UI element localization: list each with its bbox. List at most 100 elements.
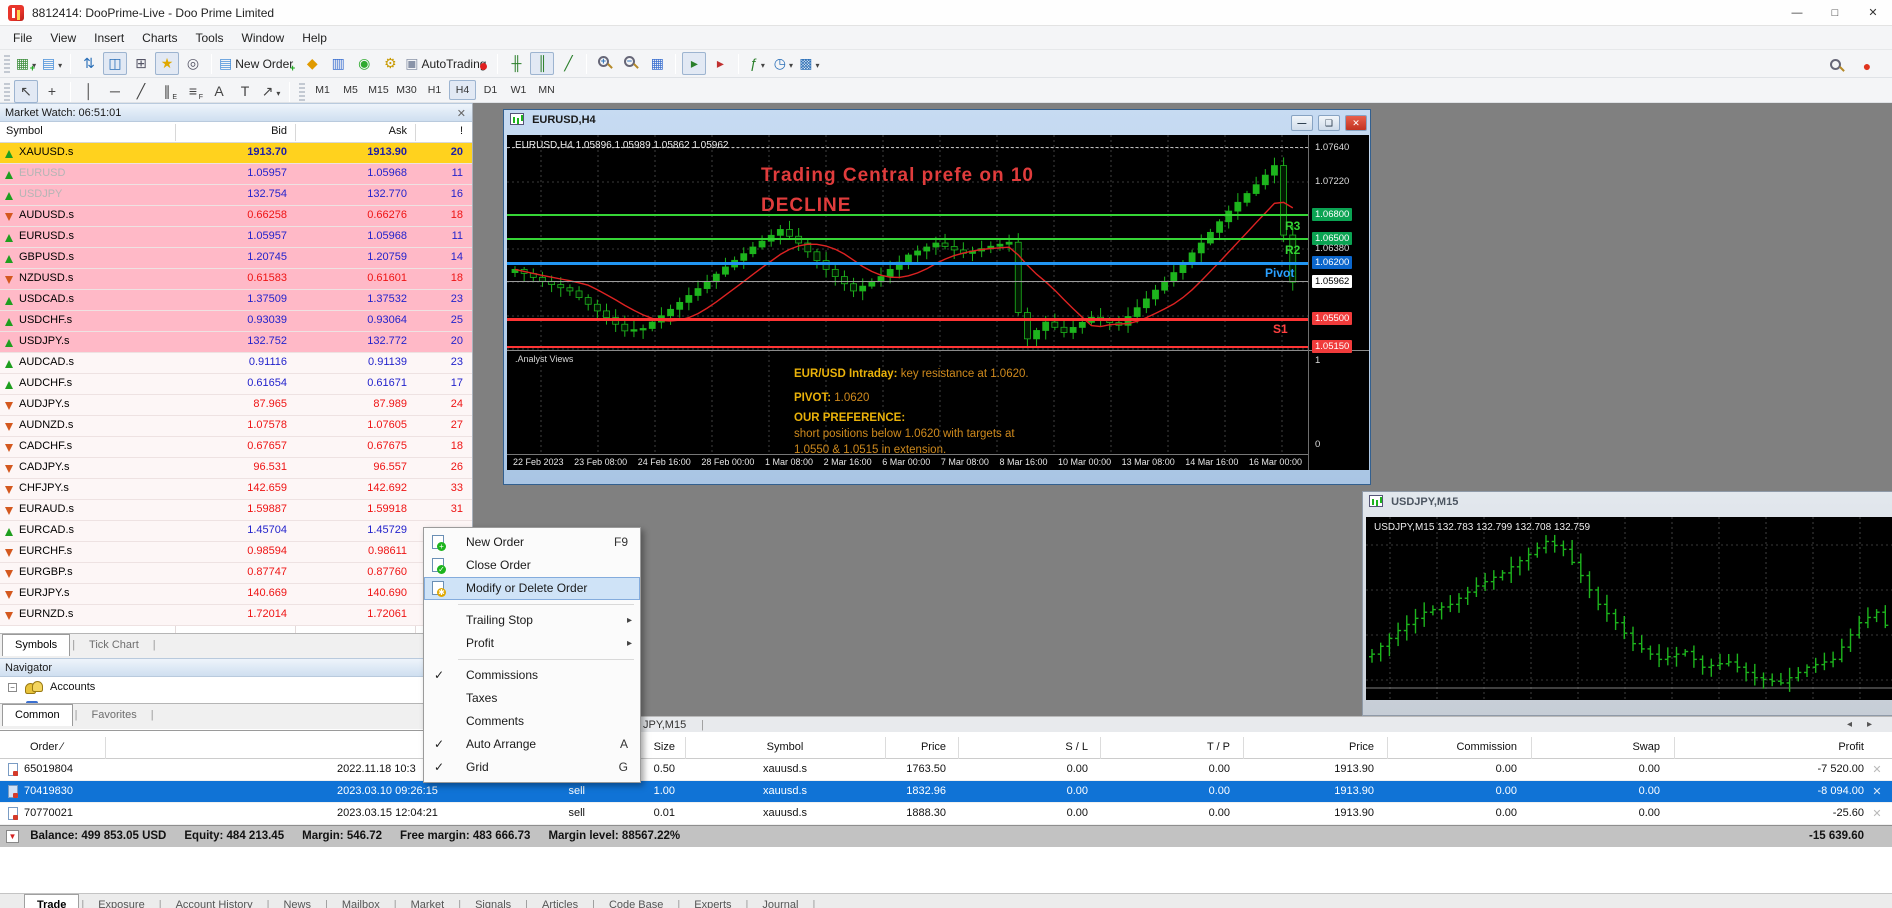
minimize-icon[interactable]: — (1778, 0, 1816, 26)
label-tool-icon[interactable]: T (233, 80, 257, 103)
menu-charts[interactable]: Charts (133, 26, 186, 50)
mw-row-audjpy.s[interactable]: AUDJPY.s87.96587.98924 (0, 395, 472, 416)
ea-settings-icon[interactable]: ⚙ (378, 52, 402, 75)
deposit-icon[interactable]: ◆ (300, 52, 324, 75)
menu-item-commissions[interactable]: ✓Commissions (424, 664, 640, 687)
close-order-icon[interactable]: ✕ (1870, 785, 1884, 798)
timeframe-d1[interactable]: D1 (477, 80, 504, 100)
close-icon[interactable]: ✕ (1854, 0, 1892, 26)
orders-col-commission[interactable]: Commission (1377, 741, 1517, 753)
profiles-icon[interactable]: ▤▾ (40, 52, 64, 75)
mw-row-usdjpy.s[interactable]: USDJPY.s132.752132.77220 (0, 332, 472, 353)
mw-row-chfjpy.s[interactable]: CHFJPY.s142.659142.69233 (0, 479, 472, 500)
mw-row-eurjpy.s[interactable]: EURJPY.s140.669140.690 (0, 584, 472, 605)
market-watch-toggle-icon[interactable]: ⇅ (77, 52, 101, 75)
chart-tab-usdjpy[interactable]: JPY,M15 (643, 719, 686, 731)
menu-insert[interactable]: Insert (85, 26, 133, 50)
menu-help[interactable]: Help (293, 26, 336, 50)
trendline-tool-icon[interactable]: ╱ (129, 80, 153, 103)
menu-window[interactable]: Window (233, 26, 294, 50)
web-terminal-icon[interactable]: ▥ (326, 52, 350, 75)
menu-item-profit[interactable]: Profit▸ (424, 632, 640, 655)
maximize-icon[interactable]: □ (1816, 0, 1854, 26)
chart-minimize-icon[interactable]: — (1291, 115, 1313, 131)
mw-row-cadjpy.s[interactable]: CADJPY.s96.53196.55726 (0, 458, 472, 479)
fibonacci-tool-icon[interactable]: ≡F (181, 80, 205, 103)
orders-col-tp[interactable]: T / P (1090, 741, 1230, 753)
orders-col-sl[interactable]: S / L (948, 741, 1088, 753)
chart-restore-icon[interactable]: ❑ (1318, 115, 1340, 131)
mw-row-eurchf.s[interactable]: EURCHF.s0.985940.98611 (0, 542, 472, 563)
timeframe-h1[interactable]: H1 (421, 80, 448, 100)
data-window-icon[interactable]: ⊞ (129, 52, 153, 75)
mw-row-gbpusd.s[interactable]: GBPUSD.s1.207451.2075914 (0, 248, 472, 269)
mw-row-cadchf.s[interactable]: CADCHF.s0.676570.6767518 (0, 437, 472, 458)
orders-col-profit[interactable]: Profit (1724, 741, 1864, 753)
toolbox-tab-trade[interactable]: Trade (24, 894, 79, 908)
crosshair-tool-icon[interactable]: + (40, 80, 64, 103)
menu-item-close-order[interactable]: ✓Close Order (424, 554, 640, 577)
chart-autoscroll-icon[interactable]: ▸ (708, 52, 732, 75)
mw-row-usdcad.s[interactable]: USDCAD.s1.375091.3753223 (0, 290, 472, 311)
tabbar-scroll-left-icon[interactable]: ◂ (1847, 719, 1852, 730)
chart-close-icon[interactable]: ✕ (1345, 115, 1367, 131)
line-chart-mode-icon[interactable]: ╱ (556, 52, 580, 75)
mw-row-audusd.s[interactable]: AUDUSD.s0.662580.6627618 (0, 206, 472, 227)
mw-col-[interactable]: ! (415, 125, 463, 137)
search-icon[interactable] (1826, 55, 1850, 78)
mw-row-audchf.s[interactable]: AUDCHF.s0.616540.6167117 (0, 374, 472, 395)
orders-col-swap[interactable]: Swap (1520, 741, 1660, 753)
mw-row-euraud.s[interactable]: EURAUD.s1.598871.5991831 (0, 500, 472, 521)
menu-item-taxes[interactable]: Taxes (424, 687, 640, 710)
history-center-icon[interactable]: ★ (155, 52, 179, 75)
menu-item-new-order[interactable]: +New OrderF9 (424, 531, 640, 554)
orders-col-order[interactable]: Order ∕ (30, 741, 63, 753)
signals-icon[interactable]: ◉ (352, 52, 376, 75)
timeframe-w1[interactable]: W1 (505, 80, 532, 100)
bar-chart-mode-icon[interactable]: ╫ (504, 52, 528, 75)
chart-window-usdjpy-titlebar[interactable]: USDJPY,M15 (1363, 492, 1892, 514)
order-row-70419830[interactable]: 704198302023.03.10 09:26:15sell1.00xauus… (0, 781, 1892, 803)
timeframe-mn[interactable]: MN (533, 80, 560, 100)
navigator-toggle-icon[interactable]: ◫ (103, 52, 127, 75)
new-order-button[interactable]: ▤+New Order (218, 52, 298, 75)
cursor-tool-icon[interactable]: ↖ (14, 80, 38, 103)
mw-col-ask[interactable]: Ask (295, 125, 407, 137)
hline-tool-icon[interactable]: ─ (103, 80, 127, 103)
vline-tool-icon[interactable]: │ (77, 80, 101, 103)
eurusd-chart-area[interactable]: EURUSD,H4 1.05896 1.05989 1.05862 1.0596… (507, 135, 1369, 470)
toolbox-tab-market[interactable]: Market (399, 895, 457, 908)
text-tool-icon[interactable]: A (207, 80, 231, 103)
find-symbol-icon[interactable]: ◎ (181, 52, 205, 75)
toolbox-tab-signals[interactable]: Signals (463, 895, 523, 908)
mw-col-bid[interactable]: Bid (175, 125, 287, 137)
menu-file[interactable]: File (4, 26, 41, 50)
menu-tools[interactable]: Tools (187, 26, 233, 50)
arrows-tool-icon[interactable]: ↗▾ (259, 80, 283, 103)
toolbox-tab-journal[interactable]: Journal (750, 895, 810, 908)
timeframe-m1[interactable]: M1 (309, 80, 336, 100)
menu-item-auto-arrange[interactable]: ✓Auto ArrangeA (424, 733, 640, 756)
notification-icon[interactable]: ● (1855, 55, 1879, 78)
mw-row-eurnzd.s[interactable]: EURNZD.s1.720141.72061 (0, 605, 472, 626)
candle-chart-mode-icon[interactable]: ║ (530, 52, 554, 75)
chart-shift-icon[interactable]: ▸ (682, 52, 706, 75)
toolbox-tab-account-history[interactable]: Account History (164, 895, 265, 908)
menu-item-modify-or-delete-order[interactable]: ✱Modify or Delete Order (424, 577, 640, 600)
new-chart-icon[interactable]: ▦+▾ (14, 52, 38, 75)
menu-item-trailing-stop[interactable]: Trailing Stop▸ (424, 609, 640, 632)
timeframe-m15[interactable]: M15 (365, 80, 392, 100)
order-row-65019804[interactable]: 650198042022.11.18 10:3sell0.50xauusd.s1… (0, 759, 1892, 781)
order-row-70770021[interactable]: 707700212023.03.15 12:04:21sell0.01xauus… (0, 803, 1892, 825)
mw-row-audnzd.s[interactable]: AUDNZD.s1.075781.0760527 (0, 416, 472, 437)
tab-common[interactable]: Common (2, 704, 73, 726)
tab-symbols[interactable]: Symbols (2, 634, 70, 656)
menu-item-grid[interactable]: ✓GridG (424, 756, 640, 779)
mw-row-xauusd.s[interactable]: XAUUSD.s1913.701913.9020 (0, 143, 472, 164)
channel-tool-icon[interactable]: ∥E (155, 80, 179, 103)
periods-list-icon[interactable]: ◷▾ (771, 52, 795, 75)
toolbox-tab-exposure[interactable]: Exposure (86, 895, 156, 908)
close-order-icon[interactable]: ✕ (1870, 807, 1884, 820)
mw-row-usdjpy[interactable]: USDJPY132.754132.77016 (0, 185, 472, 206)
tab-favorites[interactable]: Favorites (79, 705, 148, 726)
